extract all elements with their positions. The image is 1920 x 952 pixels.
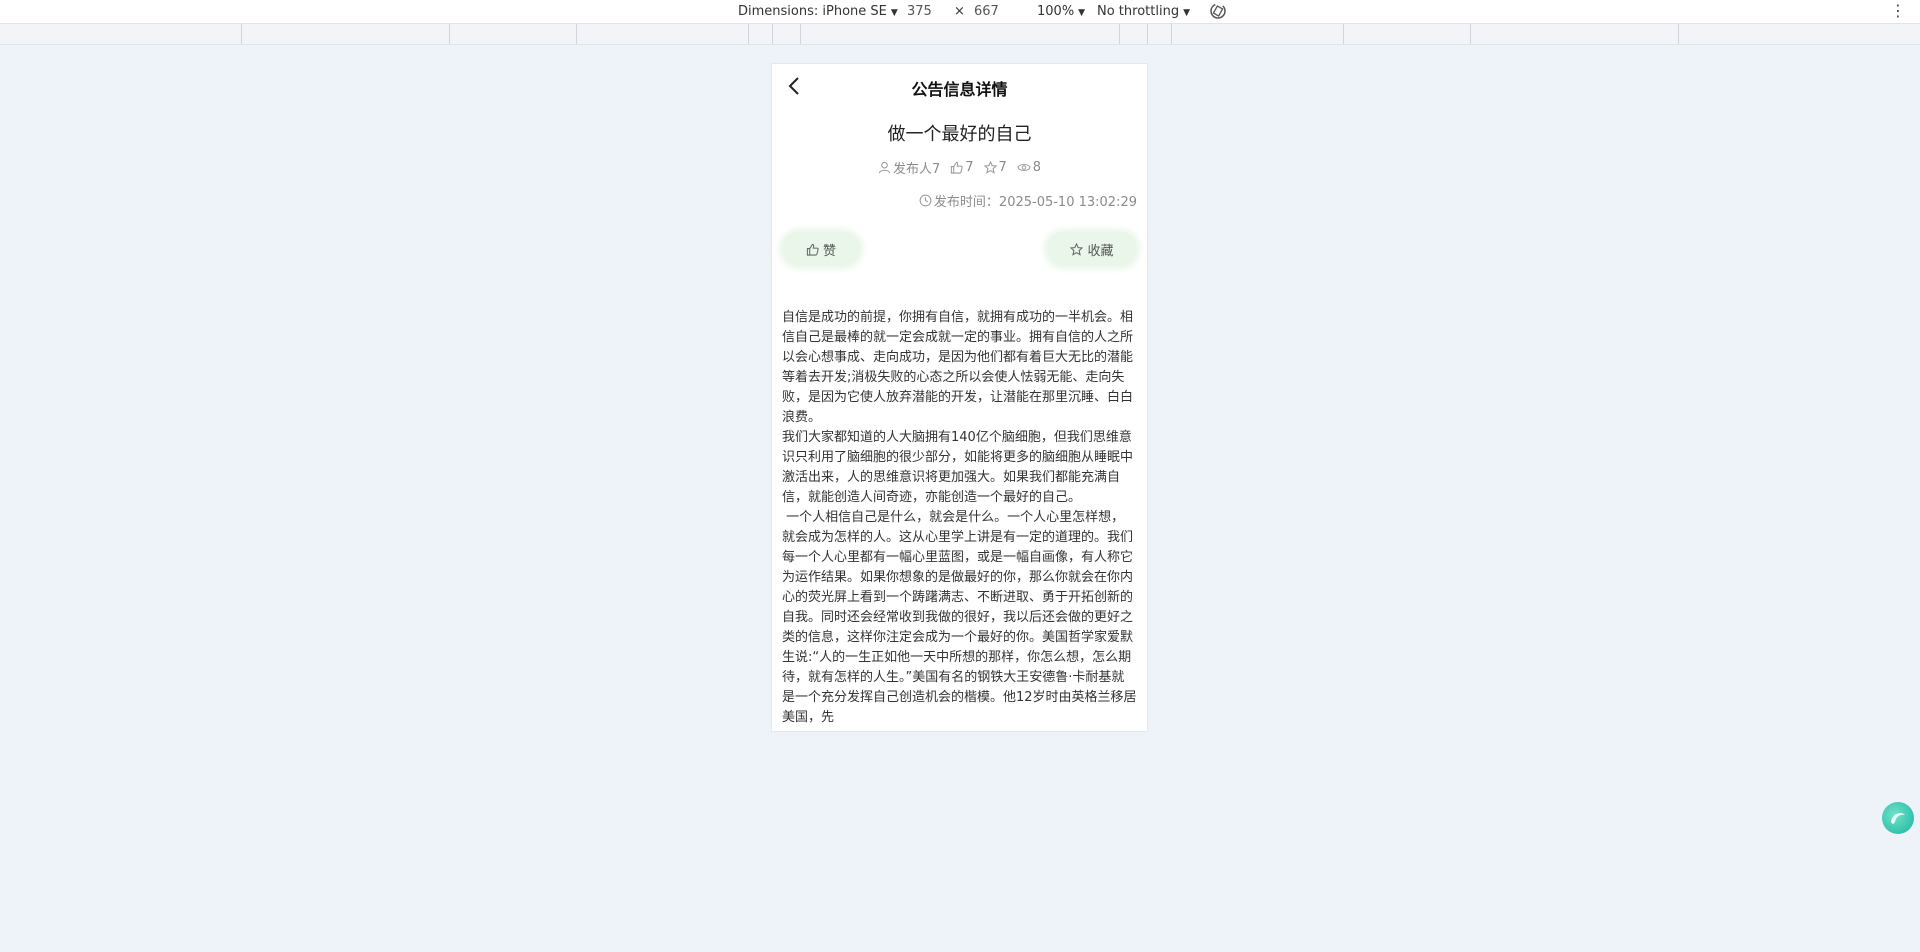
page-title: 公告信息详情 [911,80,1008,99]
favorite-count: 7 [983,158,1007,177]
device-select-label: Dimensions: iPhone SE [738,4,887,19]
publisher-info: 发布人7 [878,158,940,177]
article-content: 自信是成功的前提，你拥有自信，就拥有成功的一半机会。相信自己是最棒的就一定会成就… [782,308,1137,728]
chevron-down-icon: ▼ [1078,8,1086,18]
ruler-segment[interactable] [1470,24,1471,44]
like-count-value: 7 [965,160,974,175]
thumbs-up-icon [951,161,963,174]
chevron-down-icon: ▼ [890,8,898,18]
ruler-segment[interactable] [449,24,450,44]
throttling-select[interactable]: No throttling ▼ [1097,3,1190,21]
eye-icon [1017,164,1031,171]
width-input[interactable] [907,2,947,20]
zoom-select-label: 100% [1037,4,1075,19]
device-toolbar: Dimensions: iPhone SE▼ × 100%▼ No thrott… [0,0,1920,24]
zoom-select[interactable]: 100% ▼ [1037,3,1085,21]
nav-bar: 公告信息详情 [772,64,1147,108]
ruler-segment[interactable] [1171,24,1172,44]
content-paragraph: 一个人相信自己是什么，就会是什么。一个人心里怎样想，就会成为怎样的人。这从心里学… [782,510,1137,725]
device-select[interactable]: Dimensions: iPhone SE ▼ [738,3,898,21]
content-paragraph: 自信是成功的前提，你拥有自信，就拥有成功的一半机会。相信自己是最棒的就一定会成就… [782,310,1134,425]
device-viewport: 公告信息详情 做一个最好的自己 发布人7 7 7 8 发布时间：2025-05-… [772,64,1147,731]
ruler-segment[interactable] [241,24,242,44]
ruler-segment[interactable] [1119,24,1120,44]
rotate-button[interactable] [1208,1,1228,19]
publisher-name: 发布人7 [892,162,941,177]
ruler-segment[interactable] [748,24,749,44]
content-paragraph: 我们大家都知道的人大脑拥有140亿个脑细胞，但我们思维意识只利用了脑细胞的很少部… [782,430,1134,505]
view-count-value: 8 [1032,160,1042,175]
favorite-button[interactable]: 收藏 [1047,232,1137,266]
action-buttons: 赞 收藏 [772,232,1147,266]
user-icon [878,161,891,174]
ruler-segment[interactable] [1678,24,1679,44]
star-icon [1070,242,1084,256]
ruler-segment[interactable] [1343,24,1344,44]
favorite-count-value: 7 [998,160,1007,175]
ruler-segment[interactable] [800,24,801,44]
view-count: 8 [1017,158,1041,177]
height-input[interactable] [974,2,1014,20]
rotate-icon [1210,3,1226,19]
assistant-icon [1891,813,1905,824]
like-button[interactable]: 赞 [782,232,860,266]
chevron-down-icon: ▼ [1183,8,1190,18]
publish-time: 发布时间：2025-05-10 13:02:29 [772,191,1137,210]
favorite-button-label: 收藏 [1087,243,1114,259]
article-meta: 发布人7 7 7 8 [772,158,1147,177]
thumbs-up-icon [806,243,819,256]
more-options-icon[interactable]: ⋮ [1890,1,1906,20]
like-button-label: 赞 [822,243,836,259]
assistant-button[interactable] [1882,802,1914,834]
publish-time-text: 发布时间：2025-05-10 13:02:29 [933,195,1137,210]
like-count: 7 [950,158,974,177]
article-title: 做一个最好的自己 [887,124,1032,145]
times-sign: × [954,4,965,19]
media-query-ruler[interactable] [0,24,1920,45]
star-icon [983,161,997,174]
ruler-segment[interactable] [576,24,577,44]
ruler-segment[interactable] [772,24,773,44]
ruler-segment[interactable] [1147,24,1148,44]
clock-icon [919,194,932,207]
throttling-select-label: No throttling [1097,4,1180,19]
